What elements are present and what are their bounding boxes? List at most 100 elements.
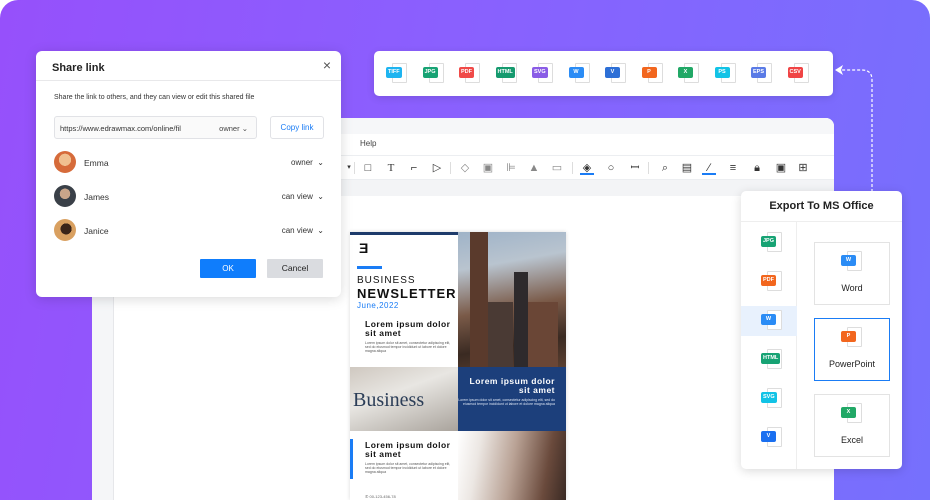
sidebar-item-jpg[interactable]: JPG [741, 228, 797, 258]
frame-icon[interactable]: ▭ [550, 161, 564, 175]
format-tiff-icon[interactable]: TIFF [386, 63, 408, 85]
format-label: SVG [761, 392, 777, 403]
sidebar-item-svg[interactable]: SVG [741, 384, 797, 414]
w-icon[interactable]: W [761, 310, 783, 332]
accent-bar [357, 266, 382, 269]
accent-bar [350, 439, 353, 479]
skyscraper-image [458, 232, 566, 367]
dialog-header: Share link × [36, 51, 341, 81]
sidebar-item-pdf[interactable]: PDF [741, 267, 797, 297]
export-card-excel[interactable]: X Excel [814, 394, 890, 457]
ok-button[interactable]: OK [200, 259, 256, 278]
flip-icon[interactable]: ▲ [527, 161, 541, 175]
menu-help[interactable]: Help [360, 139, 376, 148]
more-icon[interactable]: ⊞ [796, 161, 810, 175]
block-heading: Lorem ipsum dolor sit amet [365, 319, 451, 338]
export-card-word[interactable]: W Word [814, 242, 890, 305]
export-ms-office-panel: Export To MS Office JPG PDF W HTML SVG V W Wor… [741, 191, 902, 469]
align-icon[interactable]: ⊫ [504, 161, 518, 175]
layers-icon[interactable]: ◇ [458, 161, 472, 175]
html-icon[interactable]: HTML [761, 349, 783, 371]
panel-title: Export To MS Office [741, 191, 902, 222]
sidebar-item-v[interactable]: V [741, 423, 797, 453]
format-p-icon[interactable]: P [641, 63, 664, 85]
permission-dropdown[interactable]: can view ⌄ [282, 226, 324, 235]
export-card-powerpoint[interactable]: P PowerPoint [814, 318, 890, 381]
format-label: PDF [761, 275, 776, 286]
rectangle-icon[interactable]: □ [361, 161, 375, 175]
pdf-icon[interactable]: PDF [761, 271, 783, 293]
format-ps-icon[interactable]: PS [714, 63, 737, 85]
link-permission-dropdown[interactable]: owner ⌄ [219, 124, 248, 133]
format-x-icon[interactable]: X [678, 63, 700, 85]
format-label: JPG [761, 236, 777, 247]
phone-number: ✆ 00-123-456-78 [365, 494, 396, 499]
close-icon[interactable]: × [323, 57, 331, 73]
text-block-1: Lorem ipsum dolor sit amet Lorem ipsum d… [365, 319, 455, 354]
excel-icon[interactable]: X [841, 403, 863, 425]
text-icon[interactable]: T [384, 161, 398, 175]
svg-icon[interactable]: SVG [761, 388, 783, 410]
line-style-icon[interactable]: ≡ [726, 161, 740, 175]
block-text: Lorem ipsum dolor sit amet, consectetur … [365, 341, 451, 353]
format-sidebar: JPG PDF W HTML SVG V [741, 222, 797, 469]
logo: Ǝ [359, 240, 369, 256]
card-label: Excel [840, 435, 863, 445]
copy-link-button[interactable]: Copy link [270, 116, 324, 139]
fill-icon[interactable]: ◈ [580, 161, 594, 175]
link-input[interactable]: https://www.edrawmax.com/online/fil owne… [54, 116, 257, 139]
format-label: W [841, 255, 856, 266]
permission-dropdown[interactable]: owner ⌄ [291, 158, 324, 167]
find-replace-icon[interactable]: ▤ [680, 161, 694, 175]
sidebar-item-w[interactable]: W [741, 306, 797, 336]
cancel-button[interactable]: Cancel [267, 259, 323, 278]
text-block-2: Lorem ipsum dolor sit amet Lorem ipsum d… [458, 367, 566, 431]
format-pdf-icon[interactable]: PDF [459, 63, 481, 85]
user-row: James can view ⌄ [54, 185, 324, 209]
powerpoint-icon[interactable]: P [841, 327, 863, 349]
format-html-icon[interactable]: HTML [495, 63, 518, 85]
crop-icon[interactable]: ꟷ [628, 161, 642, 175]
format-v-icon[interactable]: V [605, 63, 627, 85]
block-heading: Lorem ipsum dolor sit amet [365, 440, 451, 459]
line-color-icon[interactable]: ∕ [702, 161, 716, 175]
format-label: V [605, 67, 620, 78]
newsletter-page[interactable]: Ǝ BUSINESS NEWSLETTER June,2022 Lorem ip… [350, 232, 566, 500]
business-newspaper-image: Business [350, 367, 458, 431]
group-icon[interactable]: ▣ [481, 161, 495, 175]
sidebar-item-html[interactable]: HTML [741, 345, 797, 375]
permission-value: can view [281, 226, 313, 235]
export-formats-bar: TIFF JPG PDF HTML SVG W V P X PS EPS CSV [374, 51, 833, 96]
fit-icon[interactable]: ▣ [774, 161, 788, 175]
format-label: X [678, 67, 693, 78]
people-image [458, 431, 566, 500]
format-label: X [841, 407, 856, 418]
newsletter-title: NEWSLETTER [357, 286, 457, 301]
format-jpg-icon[interactable]: JPG [422, 63, 445, 85]
lock-icon[interactable]: 🔒︎ [750, 161, 764, 175]
format-eps-icon[interactable]: EPS [751, 63, 773, 85]
shape-style-icon[interactable]: ○ [604, 161, 618, 175]
chevron-down-icon: ⌄ [317, 192, 324, 201]
text-block-3: Lorem ipsum dolor sit amet Lorem ipsum d… [365, 440, 455, 475]
card-label: Word [841, 283, 863, 293]
format-csv-icon[interactable]: CSV [787, 63, 810, 85]
dialog-title: Share link [52, 62, 105, 74]
search-icon[interactable]: ⌕ [658, 161, 672, 175]
jpg-icon[interactable]: JPG [761, 232, 783, 254]
permission-dropdown[interactable]: can view ⌄ [282, 192, 324, 201]
format-w-icon[interactable]: W [568, 63, 591, 85]
user-name: Janice [84, 226, 109, 236]
format-svg-icon[interactable]: SVG [532, 63, 554, 85]
word-icon[interactable]: W [841, 251, 863, 273]
user-row: Janice can view ⌄ [54, 219, 324, 243]
block-heading: Lorem ipsum dolor sit amet [469, 376, 555, 395]
connector-icon[interactable]: ⌐ [407, 161, 421, 175]
card-label: PowerPoint [828, 359, 876, 369]
format-label: P [641, 67, 657, 78]
pointer-icon[interactable]: ▷ [430, 161, 444, 175]
format-label: PDF [459, 67, 474, 78]
v-icon[interactable]: V [761, 427, 783, 449]
format-label: W [568, 67, 584, 78]
business-text: BUSINESS [357, 275, 416, 286]
